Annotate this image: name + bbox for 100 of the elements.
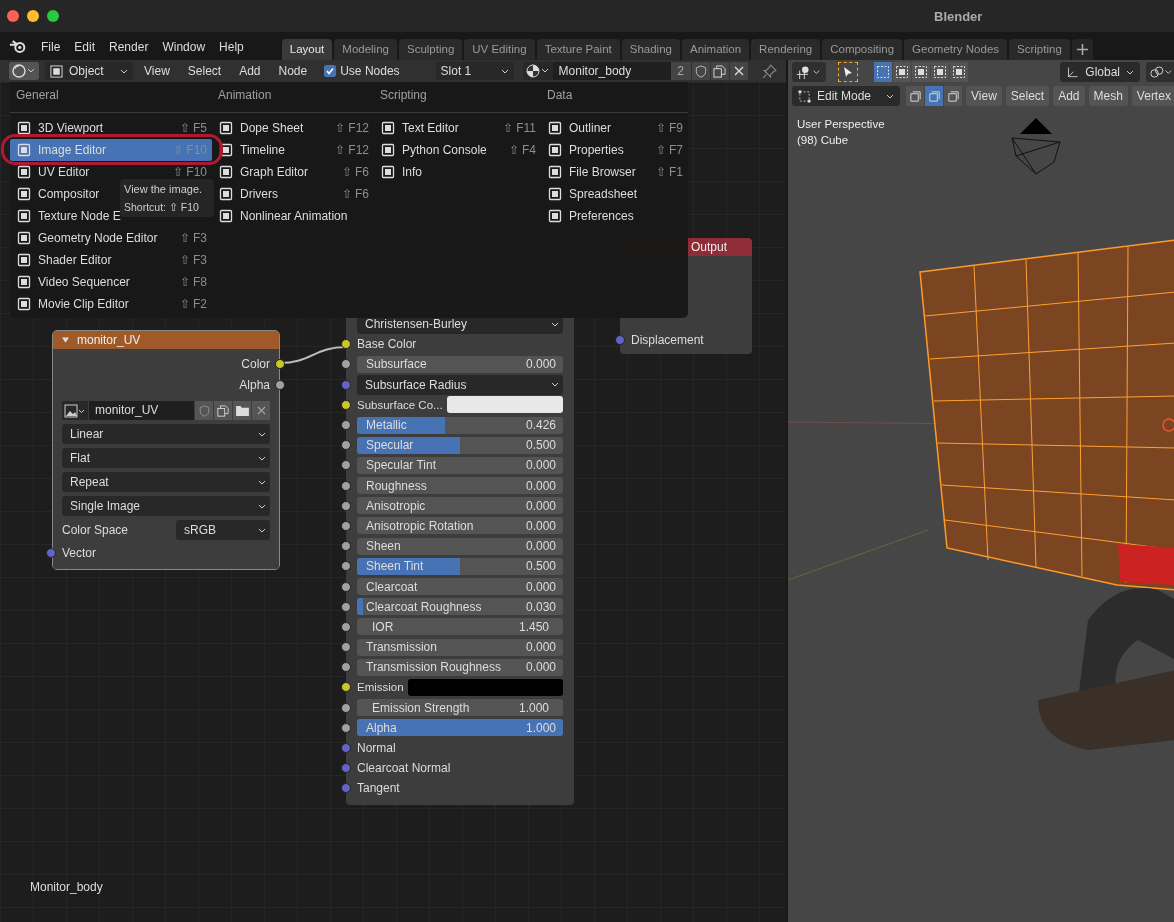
input-socket[interactable] <box>341 520 351 531</box>
selection-mode-button[interactable] <box>950 62 968 82</box>
number-field[interactable]: IOR 1.450 <box>357 618 563 636</box>
menu-item[interactable]: Outliner ⇧ F9 <box>541 117 688 139</box>
number-field[interactable]: Emission Strength 1.000 <box>357 699 563 717</box>
input-socket[interactable] <box>341 682 351 693</box>
header-menu[interactable]: Select <box>1005 86 1050 106</box>
add-workspace-button[interactable] <box>1071 39 1093 60</box>
menu-item[interactable]: Graph Editor ⇧ F6 <box>212 161 374 183</box>
use-nodes-checkbox[interactable]: Use Nodes <box>324 64 400 78</box>
select-mode-button[interactable] <box>925 86 943 106</box>
open-file-button[interactable] <box>233 401 251 420</box>
header-menu[interactable]: Mesh <box>1088 86 1128 106</box>
workspace-tab[interactable]: Layout <box>281 39 333 60</box>
user-count[interactable]: 2 <box>670 62 691 80</box>
header-menu[interactable]: Select <box>180 64 229 78</box>
menu-item[interactable]: Spreadsheet <box>541 183 688 205</box>
menu-item[interactable]: 3D Viewport ⇧ F5 <box>10 117 212 139</box>
workspace-tab[interactable]: Texture Paint <box>536 39 620 60</box>
node-dropdown[interactable]: Single Image <box>62 496 270 516</box>
input-socket[interactable] <box>46 548 56 558</box>
input-socket[interactable] <box>341 561 351 572</box>
node-dropdown[interactable]: Linear <box>62 424 270 444</box>
node-dropdown[interactable]: Repeat <box>62 472 270 492</box>
input-socket[interactable] <box>341 702 351 713</box>
select-tool-button[interactable] <box>838 62 858 82</box>
value-slider[interactable]: Subsurface 0.000 <box>357 355 563 373</box>
value-slider[interactable]: Clearcoat Roughness 0.030 <box>357 598 563 616</box>
value-slider[interactable]: Alpha 1.000 <box>357 719 563 737</box>
menu-item[interactable]: Drivers ⇧ F6 <box>212 183 374 205</box>
menu-item[interactable]: Preferences <box>541 205 688 227</box>
slot-dropdown[interactable]: Slot 1 <box>435 62 514 80</box>
node-dropdown[interactable]: Flat <box>62 448 270 468</box>
input-socket[interactable] <box>341 642 351 653</box>
workspace-tab[interactable]: Sculpting <box>398 39 463 60</box>
input-socket[interactable] <box>341 339 351 350</box>
selection-mode-button[interactable] <box>912 62 930 82</box>
value-slider[interactable]: Transmission Roughness 0.000 <box>357 658 563 676</box>
input-socket[interactable] <box>341 763 351 774</box>
minimize-button[interactable] <box>27 10 39 22</box>
app-logo-icon[interactable] <box>9 39 27 54</box>
color-swatch[interactable] <box>407 678 563 696</box>
node-dropdown[interactable]: Subsurface Radius <box>357 374 563 395</box>
input-socket[interactable] <box>341 581 351 592</box>
input-socket[interactable] <box>341 480 351 491</box>
menu-item[interactable]: Window <box>156 36 214 60</box>
workspace-tab[interactable]: Scripting <box>1009 39 1070 60</box>
menu-item[interactable]: Render <box>103 36 157 60</box>
menu-item[interactable]: Properties ⇧ F7 <box>541 139 688 161</box>
menu-item[interactable]: Edit <box>68 36 104 60</box>
collapse-triangle-icon[interactable] <box>62 337 69 343</box>
input-socket[interactable] <box>341 662 351 673</box>
select-mode-button[interactable] <box>944 86 962 106</box>
value-slider[interactable]: Roughness 0.000 <box>357 477 563 495</box>
menu-item[interactable]: UV Editor ⇧ F10 <box>10 161 212 183</box>
header-menu[interactable]: Add <box>232 64 268 78</box>
selection-mode-button[interactable] <box>874 62 892 82</box>
header-menu[interactable]: Vertex <box>1131 86 1174 106</box>
mode-dropdown[interactable]: Edit Mode <box>792 86 900 106</box>
value-slider[interactable]: Sheen Tint 0.500 <box>357 557 563 575</box>
menu-item[interactable]: File Browser ⇧ F1 <box>541 161 688 183</box>
selection-mode-button[interactable] <box>893 62 911 82</box>
value-slider[interactable]: Metallic 0.426 <box>357 416 563 434</box>
value-slider[interactable]: Anisotropic Rotation 0.000 <box>357 517 563 535</box>
workspace-tab[interactable]: Modeling <box>334 39 397 60</box>
header-menu[interactable]: View <box>966 86 1002 106</box>
input-socket[interactable] <box>341 541 351 552</box>
menu-item[interactable]: File <box>35 36 69 60</box>
value-slider[interactable]: Sheen 0.000 <box>357 537 563 555</box>
color-space-dropdown[interactable]: sRGB <box>176 520 270 540</box>
pivot-dropdown[interactable] <box>1146 62 1174 82</box>
value-slider[interactable]: Specular Tint 0.000 <box>357 456 563 474</box>
input-socket[interactable] <box>615 335 625 345</box>
image-browse-button[interactable] <box>62 401 88 420</box>
menu-item[interactable]: Dope Sheet ⇧ F12 <box>212 117 374 139</box>
object-mode-dropdown[interactable]: Object <box>45 62 133 80</box>
pin-icon[interactable] <box>761 63 777 79</box>
menu-item[interactable]: Video Sequencer ⇧ F8 <box>10 271 212 293</box>
input-socket[interactable] <box>341 359 351 370</box>
menu-item[interactable]: Movie Clip Editor ⇧ F2 <box>10 293 212 315</box>
select-mode-button[interactable] <box>906 86 924 106</box>
workspace-tab[interactable]: Rendering <box>751 39 821 60</box>
input-socket[interactable] <box>341 621 351 632</box>
material-browse-button[interactable] <box>522 62 553 80</box>
orientation-dropdown[interactable]: Global <box>1060 62 1140 82</box>
input-socket[interactable] <box>341 500 351 511</box>
workspace-tab[interactable]: UV Editing <box>464 39 535 60</box>
header-menu[interactable]: View <box>137 64 177 78</box>
color-swatch[interactable] <box>446 396 563 414</box>
menu-item[interactable]: Nonlinear Animation <box>212 205 374 227</box>
material-name-field[interactable]: Monitor_body <box>552 62 671 80</box>
input-socket[interactable] <box>341 722 351 733</box>
selection-mode-button[interactable] <box>931 62 949 82</box>
editor-type-button[interactable] <box>9 62 39 80</box>
close-button[interactable] <box>7 10 19 22</box>
input-socket[interactable] <box>341 420 351 431</box>
output-socket[interactable] <box>275 380 285 390</box>
workspace-tab[interactable]: Animation <box>681 39 750 60</box>
value-slider[interactable]: Transmission 0.000 <box>357 638 563 656</box>
value-slider[interactable]: Clearcoat 0.000 <box>357 578 563 596</box>
